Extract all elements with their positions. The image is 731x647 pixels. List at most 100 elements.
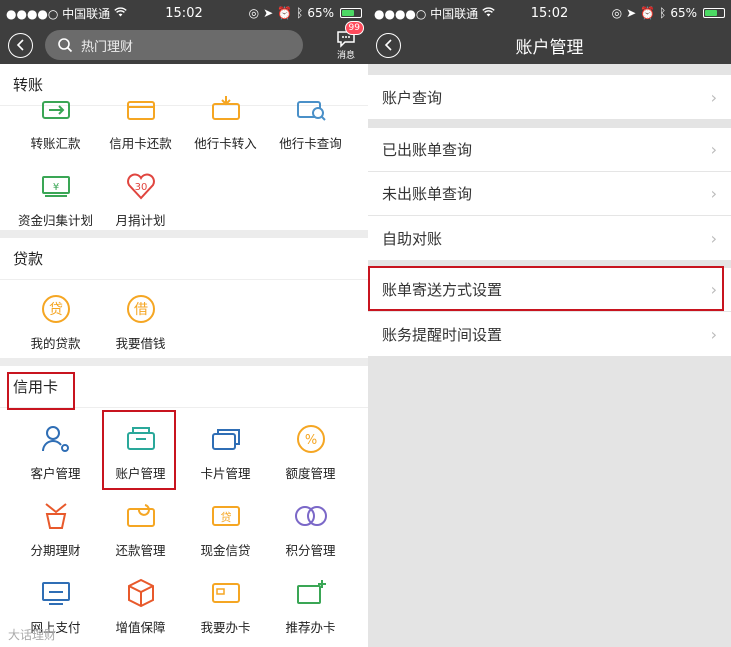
bluetooth-icon: ᛒ [659, 6, 667, 20]
back-button[interactable] [8, 32, 33, 58]
search-icon [58, 38, 73, 53]
item-label: 额度管理 [285, 466, 336, 481]
alarm-icon: ⏰ [640, 6, 656, 20]
menu-item-label: 账务提醒时间设置 [382, 325, 503, 344]
card-search-item[interactable]: 他行卡查询 [268, 92, 353, 169]
section-transfer: 转账 转账汇款 信用卡还款 他行卡转入 他行卡查询 ¥ 资金归集计划 30 月捐… [0, 64, 368, 230]
customer-icon [36, 422, 76, 456]
repay-mgmt-item[interactable]: 还款管理 [98, 499, 183, 576]
chevron-left-icon [16, 39, 24, 51]
battery-percent: 65% [307, 6, 334, 20]
item-label: 卡片管理 [200, 466, 251, 481]
chevron-right-icon: › [710, 228, 717, 248]
menu-item-self-reconcile[interactable]: 自助对账 › [368, 216, 731, 260]
messages-badge: 99 [344, 20, 364, 35]
left-screen: ●●●●○ 中国联通 15:02 ◎ ➤ ⏰ ᛒ 65% 热门理财 消息 99 … [0, 0, 368, 647]
svg-text:%: % [304, 433, 316, 448]
points-mgmt-item[interactable]: 积分管理 [268, 499, 353, 576]
transfer-item[interactable]: 转账汇款 [13, 92, 98, 169]
card-repay-icon [121, 92, 161, 126]
svg-text:贷: 贷 [220, 510, 231, 524]
item-label: 资金归集计划 [17, 213, 93, 228]
recommend-card-item[interactable]: 推荐办卡 [268, 576, 353, 647]
item-label: 他行卡查询 [279, 136, 342, 151]
card-mgmt-item[interactable]: 卡片管理 [183, 422, 268, 499]
heart-30-icon: 30 [121, 169, 161, 203]
card-repay-item[interactable]: 信用卡还款 [98, 92, 183, 169]
chevron-left-icon [384, 39, 392, 51]
search-input[interactable]: 热门理财 [45, 30, 303, 60]
borrow-item[interactable]: 借 我要借钱 [98, 292, 183, 358]
chevron-right-icon: › [710, 87, 717, 107]
item-label: 我要借钱 [115, 336, 166, 351]
section-loans: 贷款 贷 我的贷款 借 我要借钱 [0, 238, 368, 358]
highlight-account-mgmt [102, 410, 176, 490]
my-loan-item[interactable]: 贷 我的贷款 [13, 292, 98, 358]
chevron-right-icon: › [710, 184, 717, 203]
percent-icon: % [291, 422, 331, 456]
highlight-credit-card-title [7, 372, 75, 410]
item-label: 积分管理 [285, 543, 336, 558]
messages-button[interactable]: 消息 99 [332, 20, 364, 61]
recommend-card-icon [291, 576, 331, 610]
menu-item-reminder-time[interactable]: 账务提醒时间设置 › [368, 312, 731, 356]
cash-loan-icon: 贷 [206, 499, 246, 533]
wifi-icon [114, 6, 127, 20]
lock-rotation-icon: ◎ [611, 6, 623, 20]
carrier-label: ●●●●○ 中国联通 [374, 6, 479, 21]
money-collect-icon: ¥ [36, 169, 76, 203]
svg-text:30: 30 [134, 182, 147, 193]
menu-item-billed-query[interactable]: 已出账单查询 › [368, 128, 731, 172]
card-in-item[interactable]: 他行卡转入 [183, 92, 268, 169]
watermark: 大话理财 [8, 628, 57, 642]
battery-icon [703, 8, 725, 18]
money-collect-item[interactable]: ¥ 资金归集计划 [13, 169, 98, 230]
location-icon: ➤ [263, 6, 274, 20]
limit-mgmt-item[interactable]: % 额度管理 [268, 422, 353, 499]
borrow-icon: 借 [121, 292, 161, 326]
item-label: 现金信贷 [200, 543, 251, 558]
menu-item-label: 已出账单查询 [382, 141, 473, 159]
item-label: 信用卡还款 [109, 136, 172, 151]
value-protection-item[interactable]: 增值保障 [98, 576, 183, 647]
item-label: 推荐办卡 [285, 620, 336, 635]
apply-card-item[interactable]: 我要办卡 [183, 576, 268, 647]
menu-item-label: 自助对账 [382, 229, 443, 248]
card-search-icon [291, 92, 331, 126]
monthly-donation-item[interactable]: 30 月捐计划 [98, 169, 183, 230]
back-button[interactable] [376, 32, 401, 58]
item-label: 我的贷款 [30, 336, 81, 351]
repay-icon [121, 499, 161, 533]
installment-item[interactable]: 分期理财 [13, 499, 98, 576]
messages-label: 消息 [336, 50, 355, 61]
menu-group-1: 账户查询 › [368, 75, 731, 119]
menu-item-label: 未出账单查询 [382, 185, 473, 203]
status-bar: ●●●●○ 中国联通 15:02 ◎ ➤ ⏰ ᛒ 65% [368, 0, 731, 26]
highlight-statement-delivery [368, 266, 724, 311]
bluetooth-icon: ᛒ [296, 6, 304, 20]
loan-icon: 贷 [36, 292, 76, 326]
page-title: 账户管理 [515, 37, 584, 58]
top-nav: 账户管理 [368, 26, 731, 64]
item-label: 他行卡转入 [194, 136, 257, 151]
cash-loan-item[interactable]: 贷 现金信贷 [183, 499, 268, 576]
menu-item-unbilled-query[interactable]: 未出账单查询 › [368, 172, 731, 216]
chevron-right-icon: › [710, 324, 717, 344]
menu-item-label: 账户查询 [382, 88, 443, 107]
carrier-label: ●●●●○ 中国联通 [6, 6, 111, 21]
svg-text:¥: ¥ [52, 182, 58, 193]
item-label: 转账汇款 [30, 136, 81, 151]
points-icon [291, 499, 331, 533]
battery-percent: 65% [670, 6, 697, 20]
online-pay-icon [36, 576, 76, 610]
item-label: 还款管理 [115, 543, 166, 558]
search-placeholder: 热门理财 [81, 39, 134, 55]
chevron-right-icon: › [710, 140, 717, 159]
transfer-icon [36, 92, 76, 126]
card-in-icon [206, 92, 246, 126]
cards-icon [206, 422, 246, 456]
status-bar: ●●●●○ 中国联通 15:02 ◎ ➤ ⏰ ᛒ 65% [0, 0, 368, 26]
menu-item-account-query[interactable]: 账户查询 › [368, 75, 731, 119]
customer-mgmt-item[interactable]: 客户管理 [13, 422, 98, 499]
item-label: 月捐计划 [115, 213, 166, 228]
